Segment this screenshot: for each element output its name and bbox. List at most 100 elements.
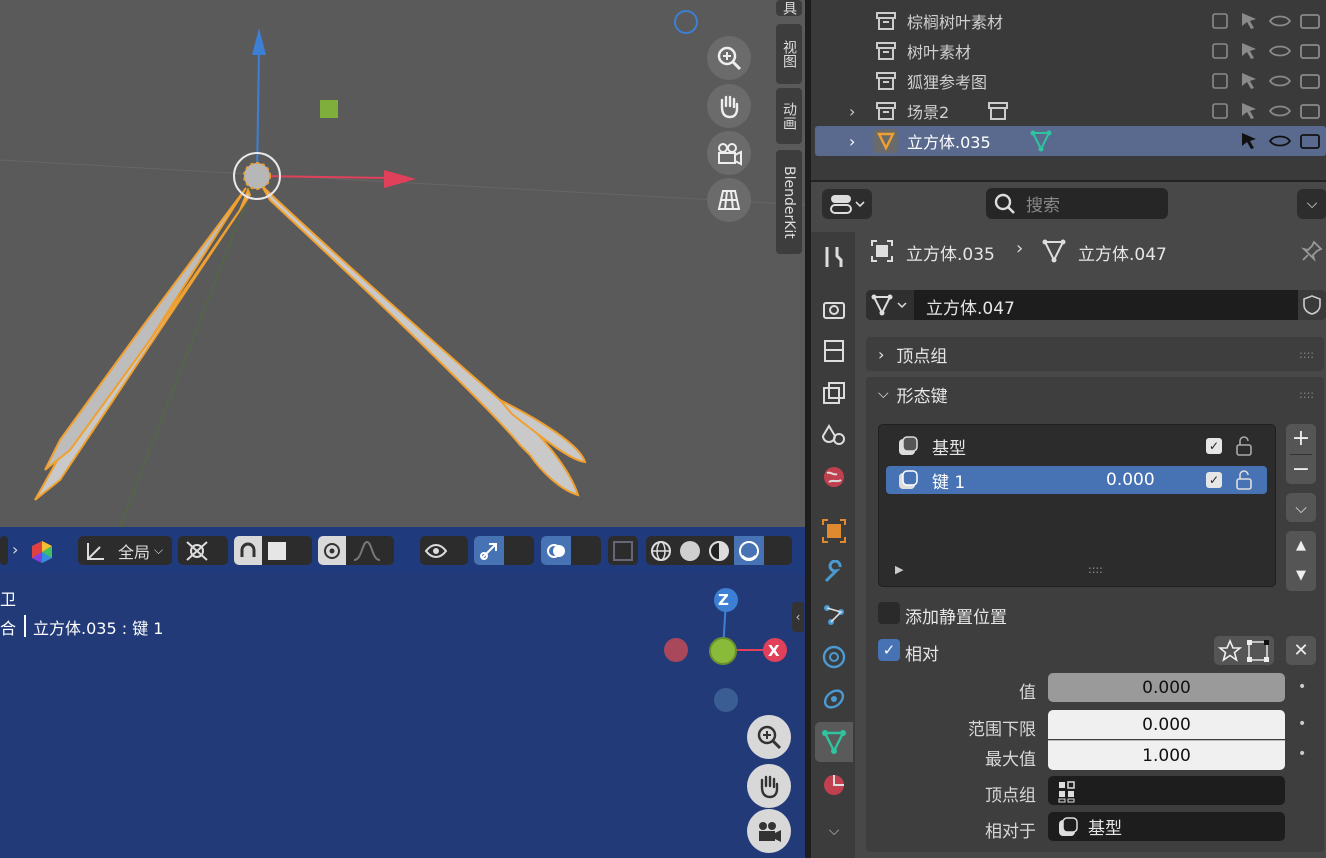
move-down-button[interactable]: ▼ [1286, 561, 1316, 590]
shape-key-value[interactable]: 0.000 [1106, 470, 1155, 490]
material-shading-icon[interactable] [707, 539, 731, 563]
list-resize-handle-icon[interactable]: :::: [1088, 563, 1103, 576]
xy-plane-handle[interactable] [320, 100, 338, 118]
neg-x-axis-handle[interactable] [664, 638, 688, 662]
proportional-edit-group[interactable] [318, 536, 394, 565]
relative-to-field[interactable]: 基型 [1048, 812, 1285, 841]
pan-button[interactable] [707, 84, 751, 128]
unlock-icon[interactable] [1235, 469, 1253, 491]
shape-key-row-selected[interactable]: 键 1 0.000 ✓ [886, 466, 1267, 494]
relative-checkbox[interactable]: ✓ [878, 639, 900, 661]
tab-scene[interactable] [815, 416, 853, 454]
lower-viewport[interactable]: 卫 合 立方体.035 : 键 1 Z X ‹ [0, 572, 805, 858]
vertex-group-field[interactable] [1048, 776, 1285, 805]
camera-button-lower[interactable] [747, 809, 791, 853]
drag-handle-icon[interactable]: :::: [1299, 348, 1314, 361]
snapping-group[interactable] [234, 536, 312, 565]
move-up-button[interactable]: ▲ [1286, 531, 1316, 560]
tab-constraints[interactable] [815, 680, 853, 718]
tab-modifiers[interactable] [815, 554, 853, 592]
chevron-down-icon[interactable]: ⌵ [815, 812, 853, 850]
search-field[interactable]: 搜索 [986, 188, 1168, 219]
x-axis-arrow[interactable] [384, 170, 416, 188]
gizmo-toggle-icon[interactable] [474, 536, 504, 565]
rendered-shading-icon[interactable] [734, 536, 764, 565]
tab-physics[interactable] [815, 638, 853, 676]
sidebar-toggle-icon[interactable]: ‹ [792, 602, 804, 632]
editor-type-button[interactable] [0, 536, 8, 565]
z-axis-arrow[interactable] [252, 28, 266, 55]
value-field[interactable]: 0.000 [1048, 673, 1285, 702]
shape-key-mute-checkbox[interactable]: ✓ [1206, 472, 1222, 488]
panel-shape-keys[interactable]: ⌵ 形态键 :::: [866, 377, 1324, 411]
fake-user-toggle[interactable] [1298, 290, 1326, 320]
zoom-button-lower[interactable] [747, 715, 791, 759]
origin-point[interactable] [243, 162, 271, 190]
range-min-field[interactable]: 0.000 [1048, 710, 1285, 739]
wireframe-shading-icon[interactable] [649, 539, 673, 563]
gizmo-dropdown[interactable] [474, 536, 534, 565]
shape-key-mute-checkbox[interactable]: ✓ [1206, 438, 1222, 454]
pivot-point-dropdown[interactable] [178, 536, 228, 565]
overlay-icon[interactable] [541, 536, 571, 565]
tab-world[interactable] [815, 458, 853, 496]
color-wheel-icon[interactable] [30, 540, 54, 568]
tab-material[interactable] [815, 766, 853, 804]
shape-key-name[interactable]: 基型 [932, 434, 966, 459]
options-dropdown[interactable]: ⌵ [1297, 189, 1326, 219]
remove-shape-key-button[interactable]: − [1286, 455, 1316, 484]
editor-type-dropdown[interactable] [822, 189, 872, 219]
xray-toggle[interactable] [608, 536, 638, 565]
zoom-button[interactable] [707, 36, 751, 80]
panel-vertex-groups[interactable]: › 顶点组 :::: [866, 337, 1324, 371]
tab-view[interactable]: 视图 [776, 24, 802, 84]
drag-handle-icon[interactable]: :::: [1299, 388, 1314, 401]
tab-mesh-data[interactable] [815, 722, 853, 762]
tab-render[interactable] [815, 290, 853, 328]
list-filter-toggle-icon[interactable]: ▶ [895, 563, 903, 576]
add-rest-position-checkbox[interactable] [878, 602, 900, 624]
add-shape-key-button[interactable]: + [1286, 424, 1316, 453]
tab-animation[interactable]: 动画 [776, 88, 802, 144]
tab-view-layer[interactable] [815, 374, 853, 412]
perspective-toggle-button[interactable] [707, 178, 751, 222]
mesh-browse-dropdown[interactable] [866, 290, 914, 320]
max-field[interactable]: 1.000 [1048, 740, 1285, 770]
keyframe-dot-icon[interactable]: • [1298, 679, 1306, 695]
solid-shading-icon[interactable] [678, 539, 702, 563]
shape-key-row[interactable]: 基型 ✓ [886, 431, 1267, 461]
keyframe-dot-icon[interactable]: • [1298, 716, 1306, 732]
3d-viewport[interactable]: 具 视图 动画 BlenderKit [0, 0, 805, 527]
tab-tool[interactable]: 具 [776, 0, 802, 16]
y-axis-handle[interactable] [709, 637, 737, 665]
unlock-icon[interactable] [1235, 435, 1253, 457]
leaf-left-back[interactable] [44, 187, 247, 471]
gizmo-circle[interactable] [674, 10, 698, 34]
edit-mode-icon[interactable] [1245, 638, 1271, 664]
falloff-curve-icon[interactable] [352, 540, 382, 562]
leaf-right[interactable] [261, 185, 580, 497]
snap-target-icon[interactable] [268, 541, 286, 560]
tab-particles[interactable] [815, 596, 853, 634]
shape-key-specials-dropdown[interactable]: ⌵ [1286, 493, 1316, 522]
pin-icon[interactable] [1300, 239, 1324, 263]
shading-modes[interactable] [646, 536, 792, 565]
pan-button-lower[interactable] [747, 764, 791, 808]
tab-tool-settings[interactable] [815, 238, 853, 276]
overlay-dropdown[interactable] [541, 536, 601, 565]
tab-blenderkit[interactable]: BlenderKit [776, 150, 802, 254]
proportional-edit-icon[interactable] [318, 536, 346, 565]
mesh-name-input[interactable]: 立方体.047 [926, 294, 1015, 319]
visibility-dropdown[interactable] [420, 536, 468, 565]
expand-chevron-icon[interactable]: › [849, 132, 855, 151]
camera-view-button[interactable] [707, 131, 751, 175]
outliner-restriction-toggles[interactable] [1206, 6, 1326, 156]
tab-output[interactable] [815, 332, 853, 370]
pin-star-icon[interactable] [1217, 638, 1243, 664]
transform-orientation-dropdown[interactable]: 全局 ⌵ [78, 536, 172, 565]
chevron-right-icon[interactable]: › [12, 540, 18, 559]
neg-z-axis-handle[interactable] [714, 688, 738, 712]
shape-key-name[interactable]: 键 1 [932, 468, 965, 493]
tab-object[interactable] [815, 512, 853, 550]
keyframe-dot-icon[interactable]: • [1298, 746, 1306, 762]
